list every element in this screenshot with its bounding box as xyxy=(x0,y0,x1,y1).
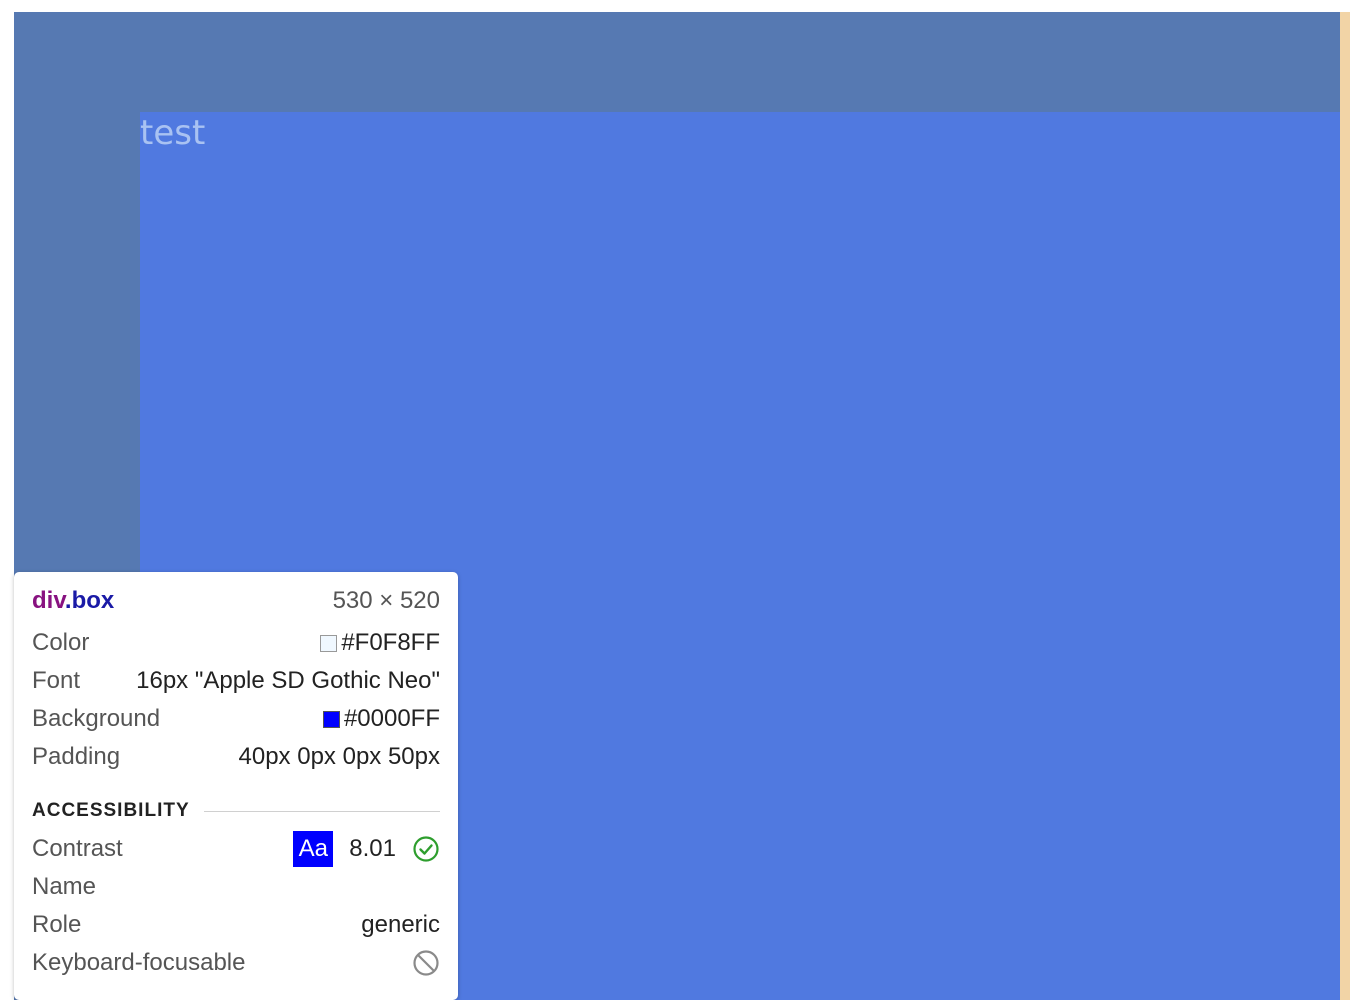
font-label: Font xyxy=(32,667,81,694)
row-keyboard-focusable: Keyboard-focusable xyxy=(32,944,440,982)
row-contrast: Contrast Aa 8.01 xyxy=(32,830,440,868)
element-class: .box xyxy=(64,587,115,614)
row-font: Font 16px "Apple SD Gothic Neo" xyxy=(32,662,440,700)
inspector-tooltip: div.box 530 × 520 Color #F0F8FF Font 16p… xyxy=(14,572,458,1000)
color-value: #F0F8FF xyxy=(341,629,440,656)
background-swatch xyxy=(322,710,340,728)
row-role: Role generic xyxy=(32,906,440,944)
section-divider xyxy=(203,810,440,812)
color-value-wrap: #F0F8FF xyxy=(320,629,440,657)
page-viewport: test div.box 530 × 520 Color #F0F8FF Fon… xyxy=(0,0,1350,1000)
not-allowed-icon xyxy=(413,950,439,976)
role-value: generic xyxy=(361,911,440,938)
contrast-label: Contrast xyxy=(32,835,123,862)
row-padding: Padding 40px 0px 0px 50px xyxy=(32,738,440,776)
accessibility-section-header: ACCESSIBILITY xyxy=(32,794,440,828)
color-swatch xyxy=(320,634,338,652)
keyboard-focusable-label: Keyboard-focusable xyxy=(32,949,246,976)
padding-label: Padding xyxy=(32,743,121,770)
check-circle-icon xyxy=(413,836,439,862)
row-background: Background #0000FF xyxy=(32,700,440,738)
box-text: test xyxy=(140,113,206,153)
role-label: Role xyxy=(32,911,82,938)
tooltip-header: div.box 530 × 520 xyxy=(32,586,440,616)
background-label: Background xyxy=(32,705,161,732)
background-value: #0000FF xyxy=(343,705,440,732)
color-label: Color xyxy=(32,629,90,656)
row-name: Name xyxy=(32,868,440,906)
contrast-ratio: 8.01 xyxy=(349,835,396,862)
element-tag: div xyxy=(32,587,65,614)
keyboard-focusable-value xyxy=(412,949,440,977)
contrast-sample-badge: Aa xyxy=(293,831,334,867)
row-color: Color #F0F8FF xyxy=(32,624,440,662)
element-selector: div.box xyxy=(32,587,114,615)
padding-value: 40px 0px 0px 50px xyxy=(238,743,440,770)
margin-highlight xyxy=(1340,12,1350,1000)
font-value: 16px "Apple SD Gothic Neo" xyxy=(136,667,440,694)
background-value-wrap: #0000FF xyxy=(322,705,440,733)
name-label: Name xyxy=(32,873,97,900)
accessibility-title: ACCESSIBILITY xyxy=(32,800,190,821)
contrast-value-wrap: Aa 8.01 xyxy=(293,831,440,867)
element-size: 530 × 520 xyxy=(332,587,440,614)
